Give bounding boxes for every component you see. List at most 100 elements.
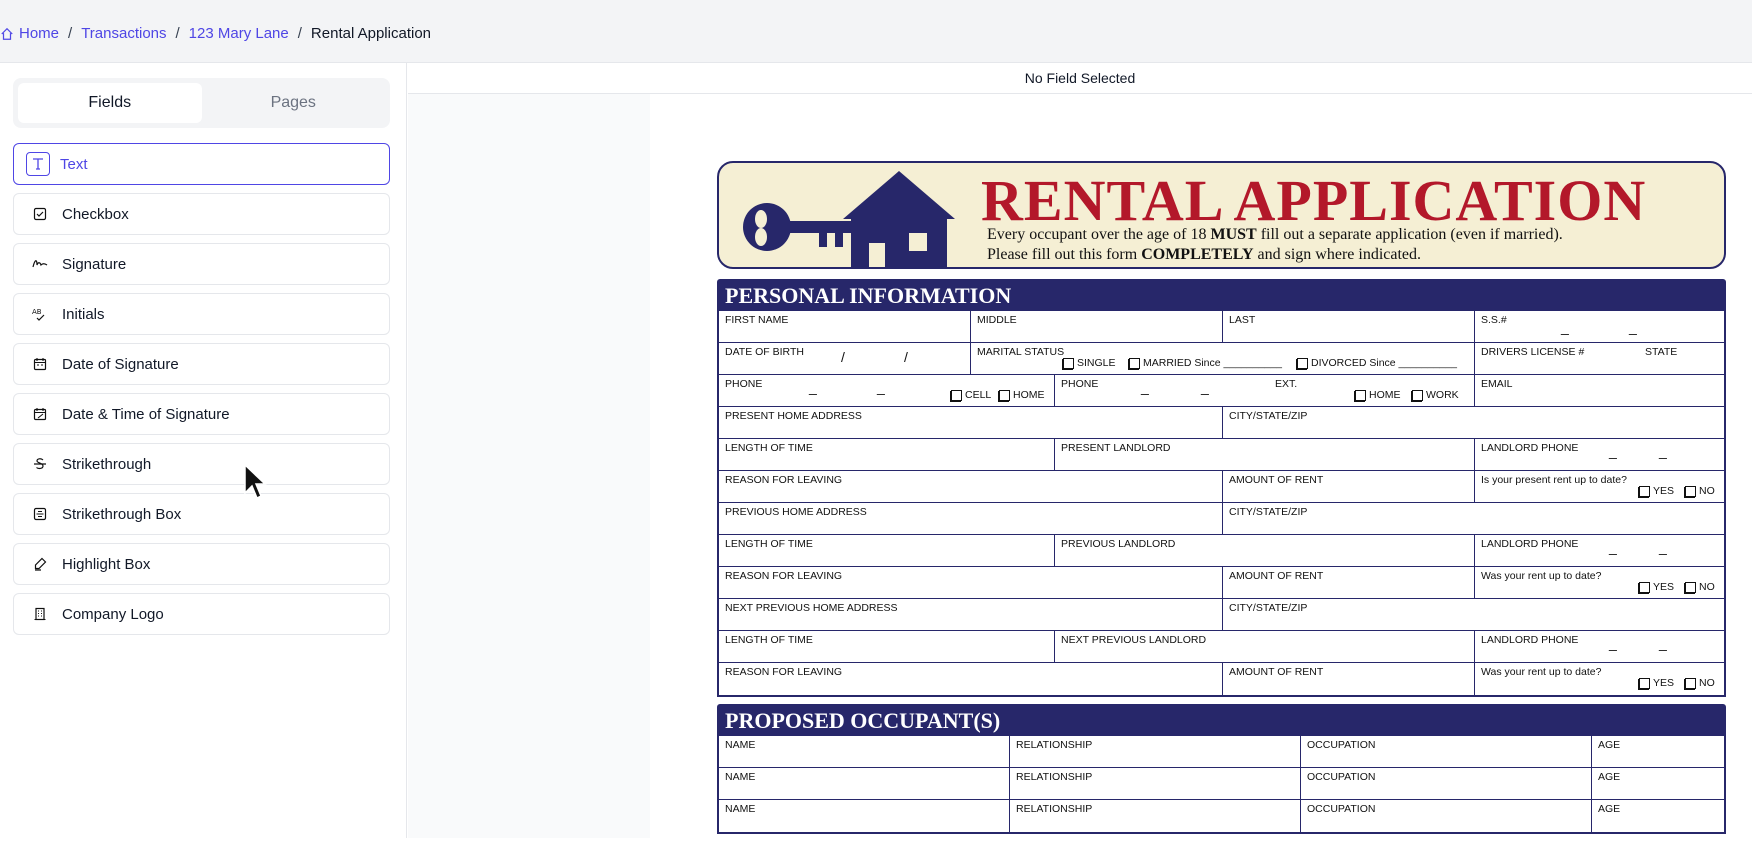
next-previous-city-field[interactable]: CITY/STATE/ZIP: [1223, 599, 1725, 630]
drivers-license-field[interactable]: DRIVERS LICENSE # STATE: [1475, 343, 1725, 374]
next-previous-reason-field[interactable]: REASON FOR LEAVING: [719, 663, 1223, 695]
field-item-label: Date of Signature: [62, 355, 179, 373]
phone-2-field[interactable]: PHONE _ _ EXT. HOME WORK: [1055, 375, 1475, 406]
breadcrumb-separator: /: [175, 25, 180, 42]
present-rent-current-field[interactable]: Is your present rent up to date? YES NO: [1475, 471, 1725, 502]
field-item-label: Strikethrough: [62, 455, 152, 473]
occupant-name-field[interactable]: NAME: [719, 736, 1010, 767]
last-name-field[interactable]: LAST: [1223, 311, 1475, 342]
previous-reason-field[interactable]: REASON FOR LEAVING: [719, 567, 1223, 598]
ssn-field[interactable]: S.S.# _ _: [1475, 311, 1725, 342]
initials-icon: AB: [30, 304, 50, 324]
occupant-age-field[interactable]: AGE: [1592, 800, 1725, 832]
strikethrough-box-icon: [30, 504, 50, 524]
present-length-field[interactable]: LENGTH OF TIME: [719, 439, 1055, 470]
breadcrumb-property[interactable]: 123 Mary Lane: [189, 25, 289, 42]
document-page[interactable]: RENTAL APPLICATION Every occupant over t…: [717, 161, 1726, 841]
previous-landlord-field[interactable]: PREVIOUS LANDLORD: [1055, 535, 1475, 566]
field-item-label: Checkbox: [62, 205, 129, 223]
field-list: Text Checkbox Signature AB Initials Date…: [13, 143, 390, 643]
email-field[interactable]: EMAIL: [1475, 375, 1725, 406]
section-heading-personal: PERSONAL INFORMATION: [717, 279, 1726, 311]
home-icon[interactable]: [0, 27, 14, 41]
occupant-name-field[interactable]: NAME: [719, 800, 1010, 832]
key-house-logo-icon: [743, 171, 955, 267]
previous-length-field[interactable]: LENGTH OF TIME: [719, 535, 1055, 566]
previous-rent-current-field[interactable]: Was your rent up to date? YES NO: [1475, 567, 1725, 598]
highlighter-icon: [30, 554, 50, 574]
previous-address-field[interactable]: PREVIOUS HOME ADDRESS: [719, 503, 1223, 534]
occupant-occupation-field[interactable]: OCCUPATION: [1301, 800, 1592, 832]
field-item-strikethrough[interactable]: Strikethrough: [13, 443, 390, 485]
field-item-date-of-signature[interactable]: Date of Signature: [13, 343, 390, 385]
breadcrumb-separator: /: [297, 25, 302, 42]
field-item-checkbox[interactable]: Checkbox: [13, 193, 390, 235]
field-item-label: Signature: [62, 255, 127, 273]
next-previous-landlord-phone-field[interactable]: LANDLORD PHONE _ _: [1475, 631, 1725, 662]
svg-text:AB: AB: [32, 308, 42, 316]
strikethrough-icon: [30, 454, 50, 474]
marital-status-field[interactable]: MARITAL STATUS SINGLE MARRIED Since ____…: [971, 343, 1475, 374]
tab-fields[interactable]: Fields: [18, 83, 202, 123]
field-item-text[interactable]: Text: [13, 143, 390, 185]
canvas-margin: [408, 94, 650, 838]
previous-city-field[interactable]: CITY/STATE/ZIP: [1223, 503, 1725, 534]
document-subtitle: Every occupant over the age of 18 MUST f…: [987, 226, 1563, 263]
present-landlord-phone-field[interactable]: LANDLORD PHONE _ _: [1475, 439, 1725, 470]
field-item-initials[interactable]: AB Initials: [13, 293, 390, 335]
field-item-signature[interactable]: Signature: [13, 243, 390, 285]
next-previous-landlord-field[interactable]: NEXT PREVIOUS LANDLORD: [1055, 631, 1475, 662]
top-bar: Home / Transactions / 123 Mary Lane / Re…: [0, 0, 1752, 63]
occupant-name-field[interactable]: NAME: [719, 768, 1010, 799]
field-status: No Field Selected: [408, 63, 1752, 94]
present-reason-field[interactable]: REASON FOR LEAVING: [719, 471, 1223, 502]
field-item-date-time-of-signature[interactable]: Date & Time of Signature: [13, 393, 390, 435]
present-address-field[interactable]: PRESENT HOME ADDRESS: [719, 407, 1223, 438]
field-item-label: Company Logo: [62, 605, 164, 623]
calendar-clock-icon: [30, 404, 50, 424]
phone-field[interactable]: PHONE _ _ CELL HOME: [719, 375, 1055, 406]
breadcrumb-current: Rental Application: [310, 25, 432, 42]
previous-landlord-phone-field[interactable]: LANDLORD PHONE _ _: [1475, 535, 1725, 566]
occupant-age-field[interactable]: AGE: [1592, 736, 1725, 767]
next-previous-rent-field[interactable]: AMOUNT OF RENT: [1223, 663, 1475, 695]
breadcrumb-home[interactable]: Home: [19, 25, 59, 42]
breadcrumb: Home / Transactions / 123 Mary Lane / Re…: [0, 25, 431, 42]
field-item-label: Highlight Box: [62, 555, 151, 573]
application-banner: RENTAL APPLICATION Every occupant over t…: [717, 161, 1726, 269]
section-heading-occupants: PROPOSED OCCUPANT(S): [717, 704, 1726, 736]
personal-info-grid: FIRST NAME MIDDLE LAST S.S.# _ _ DATE OF B…: [717, 311, 1726, 697]
mouse-cursor-icon: [244, 463, 267, 500]
field-item-label: Strikethrough Box: [62, 505, 182, 523]
present-rent-field[interactable]: AMOUNT OF RENT: [1223, 471, 1475, 502]
breadcrumb-transactions[interactable]: Transactions: [81, 25, 166, 42]
previous-rent-field[interactable]: AMOUNT OF RENT: [1223, 567, 1475, 598]
present-city-field[interactable]: CITY/STATE/ZIP: [1223, 407, 1725, 438]
field-item-label: Date & Time of Signature: [62, 405, 230, 423]
present-landlord-field[interactable]: PRESENT LANDLORD: [1055, 439, 1475, 470]
building-icon: [30, 604, 50, 624]
field-item-strikethrough-box[interactable]: Strikethrough Box: [13, 493, 390, 535]
occupant-relationship-field[interactable]: RELATIONSHIP: [1010, 736, 1301, 767]
calendar-icon: [30, 354, 50, 374]
field-item-label: Initials: [62, 305, 105, 323]
sidebar-tabs: Fields Pages: [13, 78, 390, 128]
field-item-company-logo[interactable]: Company Logo: [13, 593, 390, 635]
occupant-occupation-field[interactable]: OCCUPATION: [1301, 768, 1592, 799]
next-previous-rent-current-field[interactable]: Was your rent up to date? YES NO: [1475, 663, 1725, 695]
occupants-grid: NAME RELATIONSHIP OCCUPATION AGE NAME RE…: [717, 736, 1726, 834]
field-item-label: Text: [60, 155, 88, 173]
tab-pages[interactable]: Pages: [202, 83, 386, 123]
signature-icon: [30, 254, 50, 274]
occupant-relationship-field[interactable]: RELATIONSHIP: [1010, 800, 1301, 832]
text-icon: [26, 152, 50, 176]
occupant-occupation-field[interactable]: OCCUPATION: [1301, 736, 1592, 767]
occupant-age-field[interactable]: AGE: [1592, 768, 1725, 799]
middle-name-field[interactable]: MIDDLE: [971, 311, 1223, 342]
next-previous-address-field[interactable]: NEXT PREVIOUS HOME ADDRESS: [719, 599, 1223, 630]
occupant-relationship-field[interactable]: RELATIONSHIP: [1010, 768, 1301, 799]
next-previous-length-field[interactable]: LENGTH OF TIME: [719, 631, 1055, 662]
field-item-highlight-box[interactable]: Highlight Box: [13, 543, 390, 585]
first-name-field[interactable]: FIRST NAME: [719, 311, 971, 342]
dob-field[interactable]: DATE OF BIRTH / /: [719, 343, 971, 374]
